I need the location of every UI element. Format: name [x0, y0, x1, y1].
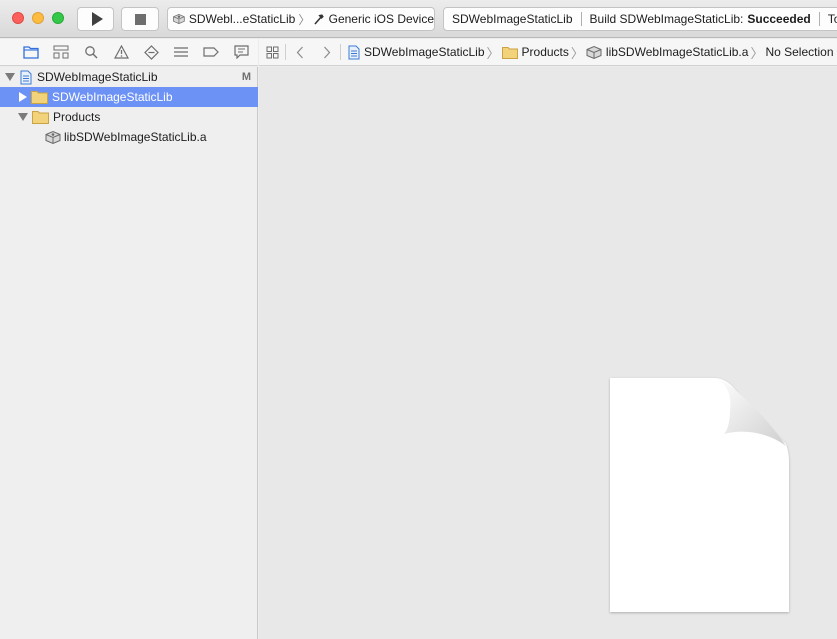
- tab-report-navigator[interactable]: [226, 42, 256, 62]
- tree-row-label: SDWebImageStaticLib: [52, 90, 173, 104]
- report-bubble-icon: [233, 45, 249, 59]
- editor-area: [259, 67, 837, 639]
- navigator-selector-bar: [0, 39, 258, 66]
- tab-test-navigator[interactable]: [136, 42, 166, 62]
- toolbar: SDWebl...eStaticLib 〉 Generic iOS Device…: [0, 0, 837, 38]
- jump-bar: SDWebImageStaticLib 〉 Products 〉 libSDWe…: [259, 39, 837, 66]
- activity-project: SDWebImageStaticLib: [452, 12, 573, 26]
- tree-row-label: Products: [53, 110, 101, 124]
- project-file-icon: [20, 70, 32, 84]
- breadcrumb-label: SDWebImageStaticLib: [364, 45, 485, 59]
- tab-issue-navigator[interactable]: [106, 42, 136, 62]
- activity-divider: [580, 12, 582, 26]
- related-items-button[interactable]: [259, 46, 285, 59]
- run-button[interactable]: [77, 7, 114, 31]
- destination-name: Generic iOS Device: [328, 12, 434, 26]
- jump-bar-divider: [340, 44, 341, 60]
- back-button[interactable]: [286, 46, 313, 59]
- folder-icon: [501, 46, 518, 59]
- tab-breakpoint-navigator[interactable]: [196, 42, 226, 62]
- tab-find-navigator[interactable]: [76, 42, 106, 62]
- grid-icon: [266, 46, 278, 58]
- tree-row-label: SDWebImageStaticLib: [37, 70, 158, 84]
- hammer-icon: [314, 14, 325, 25]
- disclosure-right-icon[interactable]: [19, 92, 27, 102]
- modified-badge: M: [241, 71, 251, 83]
- activity-status-result: Succeeded: [747, 12, 811, 26]
- activity-status-prefix: Build SDWebImageStaticLib:: [589, 12, 744, 26]
- activity-viewer: SDWebImageStaticLib Build SDWebImageStat…: [443, 7, 837, 31]
- project-file-icon: [348, 45, 360, 59]
- minimize-window-button[interactable]: [32, 12, 44, 24]
- disclosure-down-icon[interactable]: [5, 73, 15, 81]
- library-icon: [586, 45, 602, 59]
- folder-icon: [32, 111, 49, 124]
- activity-time: Toda: [827, 12, 837, 26]
- forward-button[interactable]: [313, 46, 340, 59]
- zoom-window-button[interactable]: [52, 12, 64, 24]
- breadcrumb-library[interactable]: libSDWebImageStaticLib.a: [586, 45, 749, 60]
- breadcrumb-products[interactable]: Products: [501, 45, 569, 59]
- tree-row-project[interactable]: SDWebImageStaticLib M: [0, 67, 258, 87]
- project-navigator: SDWebImageStaticLib M SDWebImageStaticLi…: [0, 67, 258, 639]
- debug-list-icon: [174, 47, 188, 57]
- library-icon: [173, 13, 185, 25]
- search-icon: [85, 46, 98, 59]
- scheme-separator: 〉: [298, 12, 311, 27]
- tree-row-library[interactable]: libSDWebImageStaticLib.a: [0, 127, 258, 147]
- breadcrumb-chevron: 〉: [486, 45, 500, 61]
- scheme-name: SDWebl...eStaticLib: [188, 12, 296, 26]
- tree-row-products[interactable]: Products: [0, 107, 258, 127]
- tab-debug-navigator[interactable]: [166, 42, 196, 62]
- library-icon: [45, 130, 61, 144]
- test-diamond-icon: [143, 44, 159, 60]
- close-window-button[interactable]: [12, 12, 24, 24]
- breakpoint-icon: [203, 47, 219, 57]
- tree-row-label: libSDWebImageStaticLib.a: [64, 130, 207, 144]
- symbol-hierarchy-icon: [53, 45, 69, 59]
- breadcrumb-chevron: 〉: [750, 45, 764, 61]
- chevron-left-icon: [296, 46, 303, 58]
- breadcrumb-label: Products: [521, 45, 569, 59]
- disclosure-down-icon[interactable]: [18, 113, 28, 121]
- activity-divider: [818, 12, 820, 26]
- tab-project-navigator[interactable]: [16, 42, 46, 62]
- chevron-right-icon: [323, 46, 330, 58]
- breadcrumb-no-selection[interactable]: No Selection: [765, 45, 833, 59]
- folder-icon: [23, 46, 39, 59]
- breadcrumb-label: libSDWebImageStaticLib.a: [605, 45, 749, 59]
- breadcrumb-project[interactable]: SDWebImageStaticLib: [348, 45, 485, 60]
- folder-icon: [31, 91, 48, 104]
- scheme-selector[interactable]: SDWebl...eStaticLib 〉 Generic iOS Device: [167, 7, 435, 31]
- stop-icon: [134, 13, 146, 25]
- warning-icon: [113, 45, 129, 59]
- document-placeholder-icon: [610, 378, 789, 612]
- breadcrumb-chevron: 〉: [570, 45, 584, 61]
- tree-row-group[interactable]: SDWebImageStaticLib: [0, 87, 258, 107]
- tab-symbol-navigator[interactable]: [46, 42, 76, 62]
- play-icon: [91, 12, 103, 26]
- stop-button[interactable]: [121, 7, 159, 31]
- breadcrumb-label: No Selection: [765, 45, 834, 59]
